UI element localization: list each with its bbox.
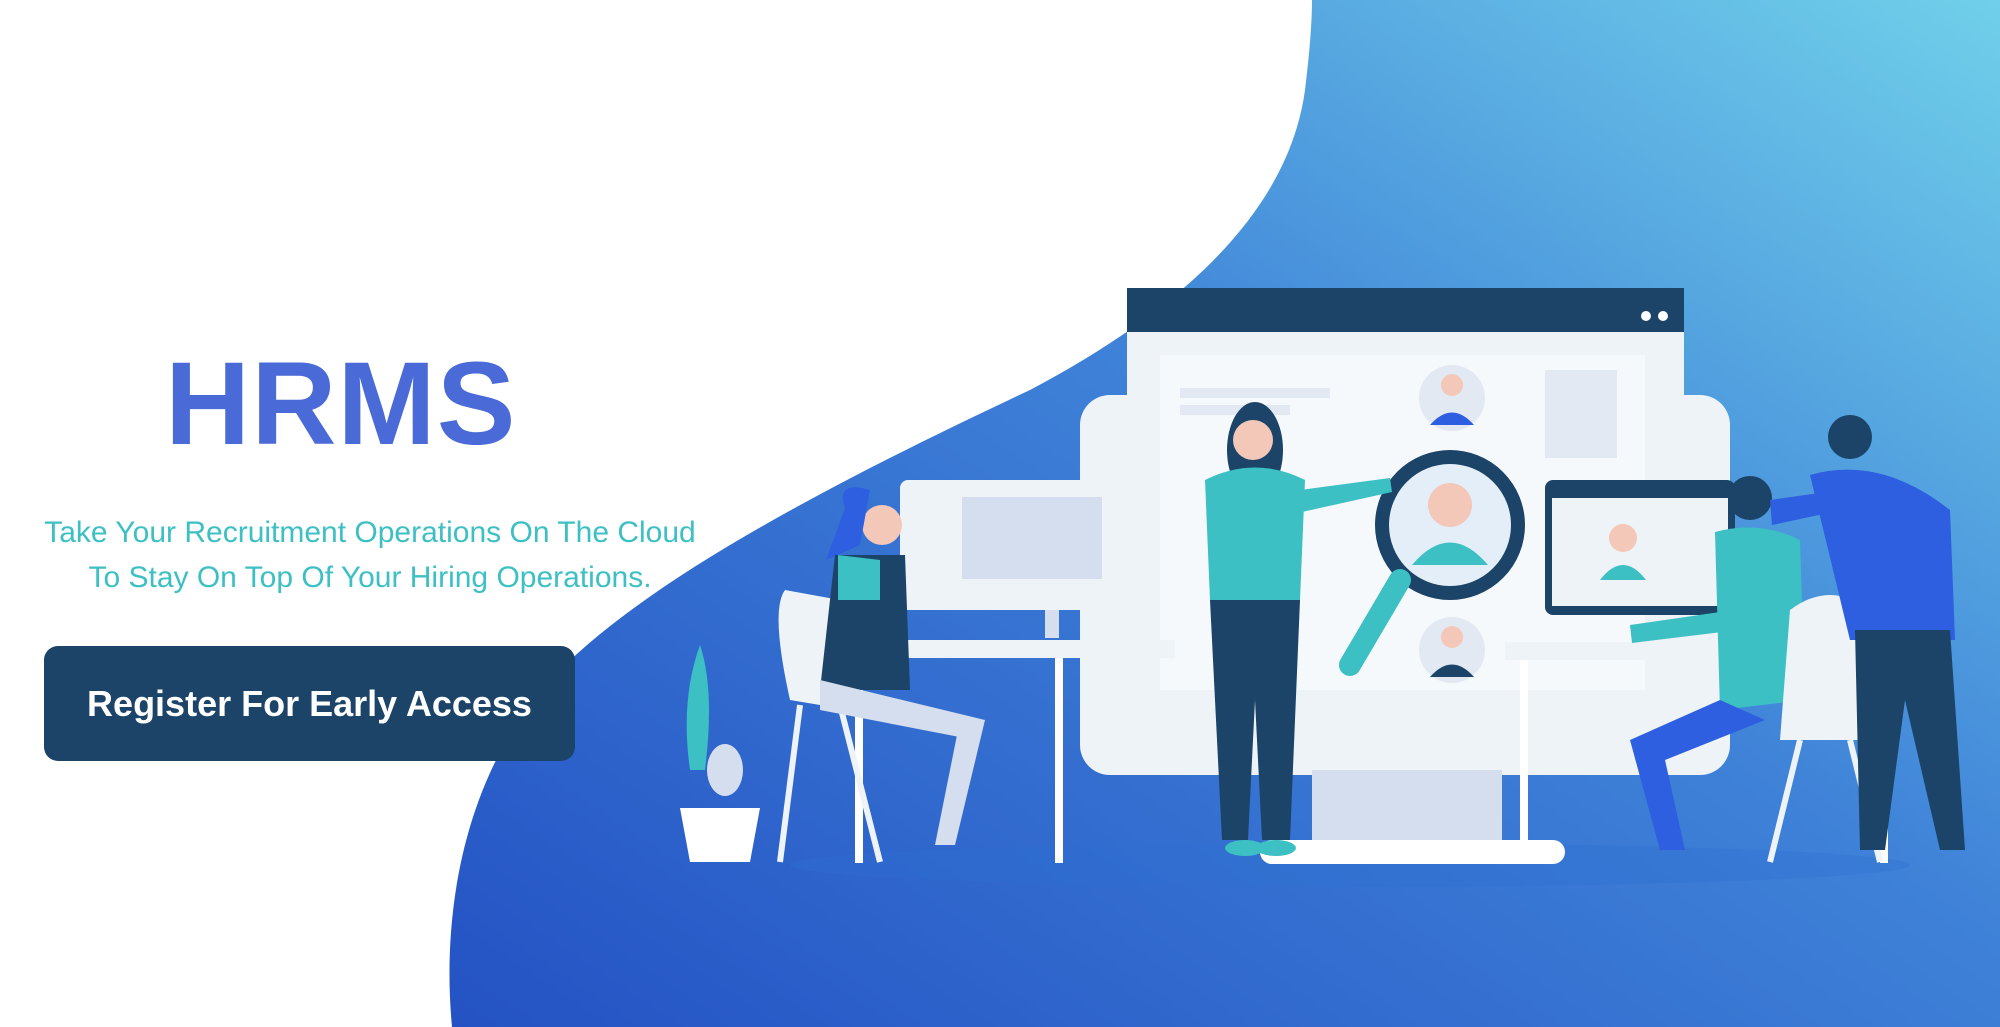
tagline: Take Your Recruitment Operations On The … xyxy=(0,510,740,600)
brand-title: HRMS xyxy=(165,338,517,470)
tagline-line-1: Take Your Recruitment Operations On The … xyxy=(44,516,696,549)
register-early-access-button[interactable]: Register For Early Access xyxy=(44,646,575,761)
recruitment-illustration xyxy=(680,288,1965,887)
plant-icon xyxy=(680,645,760,862)
tagline-line-2: To Stay On Top Of Your Hiring Operations… xyxy=(88,561,652,594)
